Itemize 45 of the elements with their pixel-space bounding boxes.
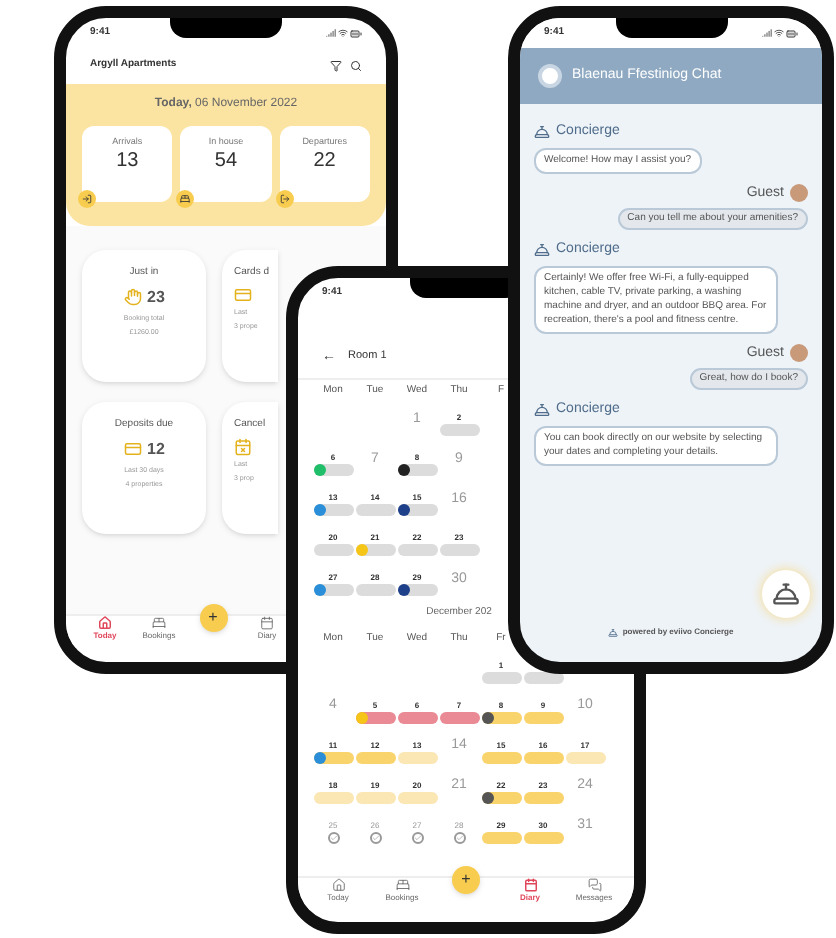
logo-icon	[538, 64, 562, 88]
calendar-icon	[234, 437, 252, 455]
booking-bar[interactable]	[397, 504, 437, 516]
search-icon[interactable]	[350, 60, 362, 72]
calendar-icon	[260, 616, 274, 630]
hand-icon	[123, 288, 142, 306]
bed-icon	[176, 190, 195, 208]
booking-bar[interactable]	[481, 711, 521, 723]
home-icon	[331, 878, 345, 892]
battery-icon	[350, 27, 362, 39]
card-icon	[123, 440, 142, 458]
home-icon	[98, 616, 112, 630]
bell-icon	[534, 124, 550, 141]
wifi-icon	[338, 28, 348, 38]
chat-icon	[587, 878, 601, 892]
booking-bar[interactable]	[523, 671, 563, 683]
calendar-icon	[523, 878, 537, 892]
check-circle-icon	[327, 831, 339, 843]
signal-icon	[762, 28, 772, 38]
booking-bar[interactable]	[481, 791, 521, 803]
phone-notch	[170, 18, 282, 38]
card-icon	[234, 285, 252, 303]
check-circle-icon	[369, 831, 381, 843]
avatar	[790, 184, 808, 203]
add-button[interactable]: +	[199, 604, 227, 632]
wifi-icon	[774, 28, 784, 38]
check-circle-icon	[411, 831, 423, 843]
bell-icon	[772, 580, 800, 608]
bed-icon	[152, 616, 166, 630]
concierge-bell-button[interactable]	[762, 570, 810, 618]
booking-bar[interactable]	[397, 584, 437, 596]
booking-bar[interactable]	[397, 464, 437, 476]
bell-icon	[534, 402, 550, 419]
battery-icon	[786, 27, 798, 39]
add-button[interactable]: +	[452, 866, 480, 894]
signal-icon	[326, 28, 336, 38]
check-circle-icon	[453, 831, 465, 843]
avatar	[790, 344, 808, 363]
phone-notch	[615, 18, 727, 38]
logout-icon	[275, 190, 294, 208]
bell-icon	[608, 627, 619, 637]
filter-icon[interactable]	[330, 60, 342, 72]
bed-icon	[395, 878, 409, 892]
bell-icon	[534, 242, 550, 259]
login-icon	[78, 190, 96, 208]
